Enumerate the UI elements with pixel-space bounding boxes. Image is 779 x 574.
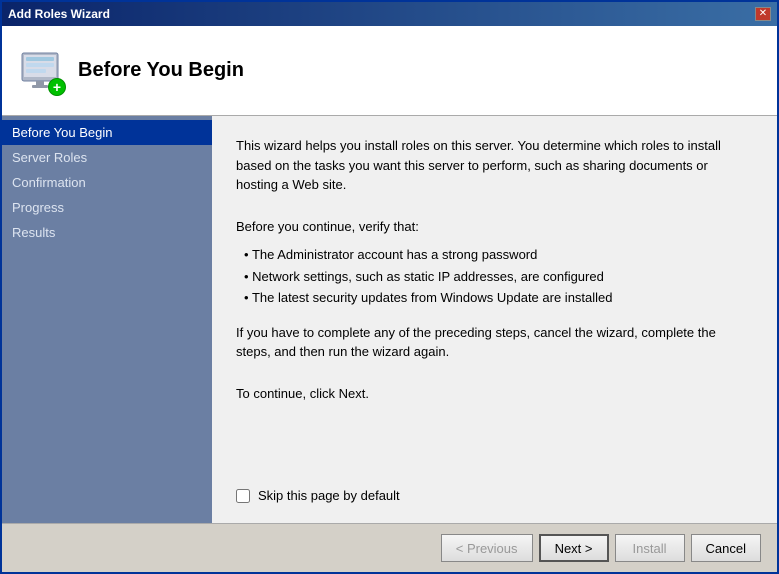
next-button[interactable]: Next > xyxy=(539,534,609,562)
skip-section: Skip this page by default xyxy=(236,488,753,503)
sidebar-item-confirmation[interactable]: Confirmation xyxy=(2,170,212,195)
title-bar: Add Roles Wizard ✕ xyxy=(2,2,777,26)
bullet-item-2: Network settings, such as static IP addr… xyxy=(244,266,753,288)
window-title: Add Roles Wizard xyxy=(8,7,110,21)
skip-label[interactable]: Skip this page by default xyxy=(258,488,400,503)
skip-checkbox[interactable] xyxy=(236,489,250,503)
notice-text: If you have to complete any of the prece… xyxy=(236,323,753,362)
page-title: Before You Begin xyxy=(78,59,244,82)
verify-section: Before you continue, verify that: The Ad… xyxy=(236,217,753,309)
header-section: + Before You Begin xyxy=(2,26,777,116)
close-button[interactable]: ✕ xyxy=(755,7,771,21)
header-icon-container: + xyxy=(18,47,62,94)
next-instruction-text: To continue, click Next. xyxy=(236,384,753,404)
verify-label: Before you continue, verify that: xyxy=(236,217,753,237)
notice-section: If you have to complete any of the prece… xyxy=(236,323,753,370)
content-area: This wizard helps you install roles on t… xyxy=(212,116,777,523)
main-area: Before You Begin Server Roles Confirmati… xyxy=(2,116,777,523)
sidebar-item-results[interactable]: Results xyxy=(2,220,212,245)
install-button[interactable]: Install xyxy=(615,534,685,562)
bullet-list: The Administrator account has a strong p… xyxy=(244,244,753,309)
previous-button[interactable]: < Previous xyxy=(441,534,533,562)
cancel-button[interactable]: Cancel xyxy=(691,534,761,562)
content-spacer xyxy=(236,425,753,472)
footer: < Previous Next > Install Cancel xyxy=(2,523,777,572)
bullet-item-3: The latest security updates from Windows… xyxy=(244,287,753,309)
next-instruction-section: To continue, click Next. xyxy=(236,384,753,412)
sidebar-item-before-you-begin[interactable]: Before You Begin xyxy=(2,120,212,145)
bullet-item-1: The Administrator account has a strong p… xyxy=(244,244,753,266)
main-window: Add Roles Wizard ✕ + Before You Begin xyxy=(0,0,779,574)
add-badge: + xyxy=(48,78,66,96)
intro-section: This wizard helps you install roles on t… xyxy=(236,136,753,203)
sidebar-item-progress[interactable]: Progress xyxy=(2,195,212,220)
intro-text: This wizard helps you install roles on t… xyxy=(236,136,753,195)
sidebar: Before You Begin Server Roles Confirmati… xyxy=(2,116,212,523)
sidebar-item-server-roles[interactable]: Server Roles xyxy=(2,145,212,170)
